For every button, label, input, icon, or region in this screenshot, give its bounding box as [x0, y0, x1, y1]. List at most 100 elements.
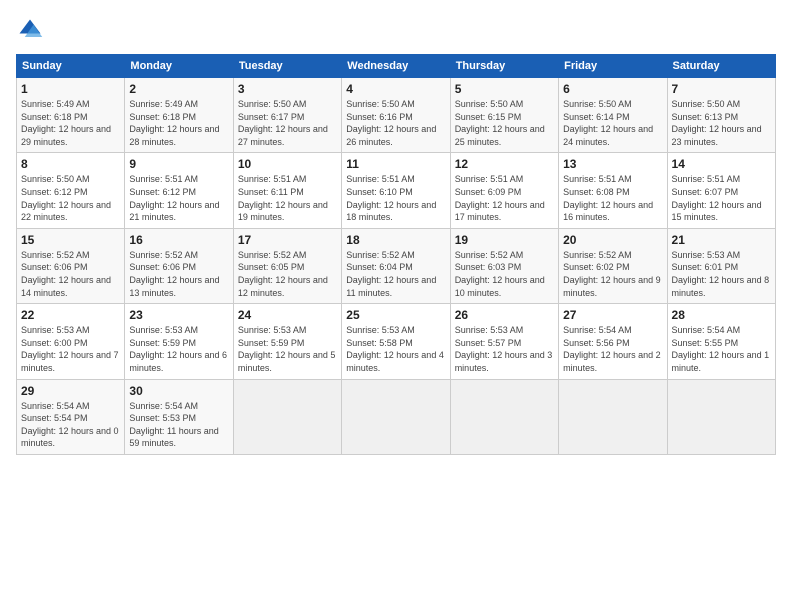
table-row — [559, 379, 667, 454]
table-row — [450, 379, 558, 454]
day-number: 7 — [672, 82, 771, 96]
table-row: 18 Sunrise: 5:52 AM Sunset: 6:04 PM Dayli… — [342, 228, 450, 303]
day-detail: Sunrise: 5:54 AM Sunset: 5:55 PM Dayligh… — [672, 324, 771, 374]
weekday-header-row: SundayMondayTuesdayWednesdayThursdayFrid… — [17, 55, 776, 78]
day-number: 17 — [238, 233, 337, 247]
day-number: 8 — [21, 157, 120, 171]
table-row: 12 Sunrise: 5:51 AM Sunset: 6:09 PM Dayli… — [450, 153, 558, 228]
calendar-header: SundayMondayTuesdayWednesdayThursdayFrid… — [17, 55, 776, 78]
table-row: 8 Sunrise: 5:50 AM Sunset: 6:12 PM Daylig… — [17, 153, 125, 228]
table-row: 15Sunrise: 5:52 AM Sunset: 6:06 PM Dayli… — [17, 228, 125, 303]
table-row: 11Sunrise: 5:51 AM Sunset: 6:10 PM Dayli… — [342, 153, 450, 228]
table-row — [342, 379, 450, 454]
table-row: 30 Sunrise: 5:54 AM Sunset: 5:53 PM Dayli… — [125, 379, 233, 454]
table-row: 13 Sunrise: 5:51 AM Sunset: 6:08 PM Dayli… — [559, 153, 667, 228]
day-detail: Sunrise: 5:50 AM Sunset: 6:14 PM Dayligh… — [563, 98, 662, 148]
weekday-header-monday: Monday — [125, 55, 233, 78]
weekday-header-friday: Friday — [559, 55, 667, 78]
logo-icon — [16, 16, 44, 44]
day-detail: Sunrise: 5:52 AM Sunset: 6:06 PM Dayligh… — [129, 249, 228, 299]
weekday-header-thursday: Thursday — [450, 55, 558, 78]
day-number: 15 — [21, 233, 120, 247]
day-number: 23 — [129, 308, 228, 322]
day-detail: Sunrise: 5:53 AM Sunset: 5:59 PM Dayligh… — [129, 324, 228, 374]
table-row — [667, 379, 775, 454]
day-detail: Sunrise: 5:54 AM Sunset: 5:54 PM Dayligh… — [21, 400, 120, 450]
day-detail: Sunrise: 5:52 AM Sunset: 6:02 PM Dayligh… — [563, 249, 662, 299]
day-number: 3 — [238, 82, 337, 96]
table-row: 24 Sunrise: 5:53 AM Sunset: 5:59 PM Dayli… — [233, 304, 341, 379]
calendar-week-2: 8 Sunrise: 5:50 AM Sunset: 6:12 PM Daylig… — [17, 153, 776, 228]
day-number: 2 — [129, 82, 228, 96]
day-number: 24 — [238, 308, 337, 322]
day-detail: Sunrise: 5:53 AM Sunset: 5:57 PM Dayligh… — [455, 324, 554, 374]
calendar-body: 1Sunrise: 5:49 AM Sunset: 6:18 PM Daylig… — [17, 78, 776, 455]
day-detail: Sunrise: 5:52 AM Sunset: 6:04 PM Dayligh… — [346, 249, 445, 299]
calendar-week-1: 1Sunrise: 5:49 AM Sunset: 6:18 PM Daylig… — [17, 78, 776, 153]
day-number: 28 — [672, 308, 771, 322]
table-row: 6Sunrise: 5:50 AM Sunset: 6:14 PM Daylig… — [559, 78, 667, 153]
table-row: 21 Sunrise: 5:53 AM Sunset: 6:01 PM Dayli… — [667, 228, 775, 303]
day-number: 26 — [455, 308, 554, 322]
table-row: 7 Sunrise: 5:50 AM Sunset: 6:13 PM Daylig… — [667, 78, 775, 153]
table-row — [233, 379, 341, 454]
day-detail: Sunrise: 5:54 AM Sunset: 5:56 PM Dayligh… — [563, 324, 662, 374]
day-number: 30 — [129, 384, 228, 398]
weekday-header-sunday: Sunday — [17, 55, 125, 78]
calendar-table: SundayMondayTuesdayWednesdayThursdayFrid… — [16, 54, 776, 455]
calendar-week-3: 15 Sunrise: 5:52 AM Sunset: 6:06 PM Dayli… — [17, 228, 776, 303]
table-row: 5Sunrise: 5:50 AM Sunset: 6:15 PM Daylig… — [450, 78, 558, 153]
logo — [16, 16, 48, 44]
day-number: 29 — [21, 384, 120, 398]
day-detail: Sunrise: 5:52 AM Sunset: 6:03 PM Dayligh… — [455, 249, 554, 299]
calendar-week-5: 29 Sunrise: 5:54 AM Sunset: 5:54 PM Dayli… — [17, 379, 776, 454]
day-detail: Sunrise: 5:50 AM Sunset: 6:12 PM Dayligh… — [21, 173, 120, 223]
day-detail: Sunrise: 5:51 AM Sunset: 6:10 PM Dayligh… — [346, 173, 445, 223]
day-detail: Sunrise: 5:53 AM Sunset: 5:59 PM Dayligh… — [238, 324, 337, 374]
weekday-header-tuesday: Tuesday — [233, 55, 341, 78]
table-row: 16 Sunrise: 5:52 AM Sunset: 6:06 PM Dayli… — [125, 228, 233, 303]
day-detail: Sunrise: 5:53 AM Sunset: 5:58 PM Dayligh… — [346, 324, 445, 374]
weekday-header-saturday: Saturday — [667, 55, 775, 78]
day-detail: Sunrise: 5:53 AM Sunset: 6:01 PM Dayligh… — [672, 249, 771, 299]
calendar-week-4: 22 Sunrise: 5:53 AM Sunset: 6:00 PM Dayli… — [17, 304, 776, 379]
table-row: 1Sunrise: 5:49 AM Sunset: 6:18 PM Daylig… — [17, 78, 125, 153]
day-number: 5 — [455, 82, 554, 96]
day-detail: Sunrise: 5:49 AM Sunset: 6:18 PM Dayligh… — [129, 98, 228, 148]
table-row: 22 Sunrise: 5:53 AM Sunset: 6:00 PM Dayli… — [17, 304, 125, 379]
day-number: 21 — [672, 233, 771, 247]
day-number: 12 — [455, 157, 554, 171]
day-number: 14 — [672, 157, 771, 171]
table-row: 3 Sunrise: 5:50 AM Sunset: 6:17 PM Daylig… — [233, 78, 341, 153]
day-detail: Sunrise: 5:50 AM Sunset: 6:13 PM Dayligh… — [672, 98, 771, 148]
day-number: 18 — [346, 233, 445, 247]
table-row: 20Sunrise: 5:52 AM Sunset: 6:02 PM Dayli… — [559, 228, 667, 303]
day-detail: Sunrise: 5:54 AM Sunset: 5:53 PM Dayligh… — [129, 400, 228, 450]
page-container: SundayMondayTuesdayWednesdayThursdayFrid… — [0, 0, 792, 463]
day-number: 13 — [563, 157, 662, 171]
day-detail: Sunrise: 5:52 AM Sunset: 6:05 PM Dayligh… — [238, 249, 337, 299]
day-number: 4 — [346, 82, 445, 96]
day-number: 16 — [129, 233, 228, 247]
day-number: 22 — [21, 308, 120, 322]
table-row: 2 Sunrise: 5:49 AM Sunset: 6:18 PM Daylig… — [125, 78, 233, 153]
day-number: 19 — [455, 233, 554, 247]
weekday-header-wednesday: Wednesday — [342, 55, 450, 78]
header — [16, 16, 776, 44]
day-detail: Sunrise: 5:50 AM Sunset: 6:16 PM Dayligh… — [346, 98, 445, 148]
day-detail: Sunrise: 5:51 AM Sunset: 6:12 PM Dayligh… — [129, 173, 228, 223]
day-detail: Sunrise: 5:51 AM Sunset: 6:11 PM Dayligh… — [238, 173, 337, 223]
table-row: 29 Sunrise: 5:54 AM Sunset: 5:54 PM Dayli… — [17, 379, 125, 454]
day-detail: Sunrise: 5:50 AM Sunset: 6:17 PM Dayligh… — [238, 98, 337, 148]
table-row: 26 Sunrise: 5:53 AM Sunset: 5:57 PM Dayli… — [450, 304, 558, 379]
table-row: 14 Sunrise: 5:51 AM Sunset: 6:07 PM Dayli… — [667, 153, 775, 228]
day-detail: Sunrise: 5:51 AM Sunset: 6:07 PM Dayligh… — [672, 173, 771, 223]
day-detail: Sunrise: 5:53 AM Sunset: 6:00 PM Dayligh… — [21, 324, 120, 374]
table-row: 10Sunrise: 5:51 AM Sunset: 6:11 PM Dayli… — [233, 153, 341, 228]
day-number: 9 — [129, 157, 228, 171]
day-detail: Sunrise: 5:51 AM Sunset: 6:09 PM Dayligh… — [455, 173, 554, 223]
table-row: 9 Sunrise: 5:51 AM Sunset: 6:12 PM Daylig… — [125, 153, 233, 228]
table-row: 23 Sunrise: 5:53 AM Sunset: 5:59 PM Dayli… — [125, 304, 233, 379]
day-detail: Sunrise: 5:51 AM Sunset: 6:08 PM Dayligh… — [563, 173, 662, 223]
day-number: 27 — [563, 308, 662, 322]
